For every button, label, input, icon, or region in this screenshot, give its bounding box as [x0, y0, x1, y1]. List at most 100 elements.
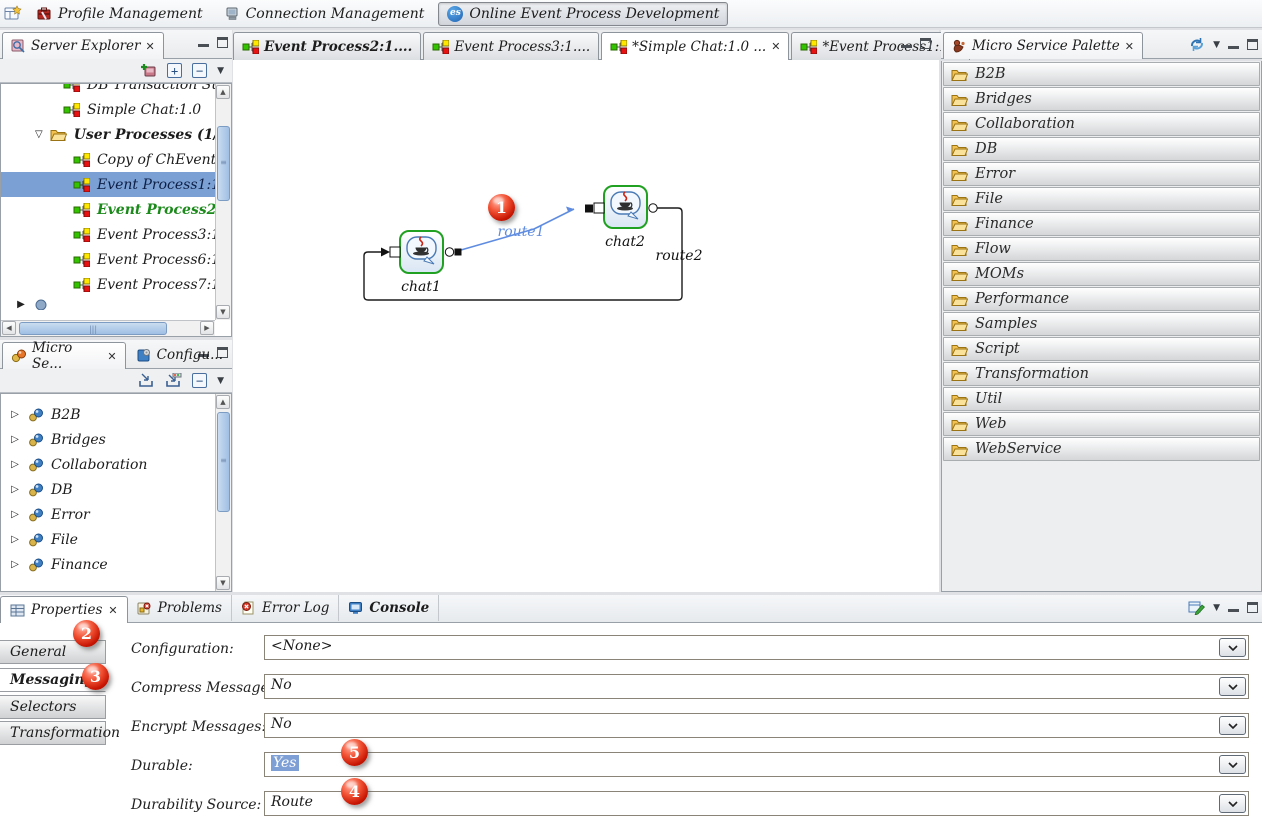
input-port[interactable] [390, 247, 400, 257]
perspective-connection-management[interactable]: Connection Management [217, 2, 433, 26]
scroll-up-icon[interactable]: ▲ [216, 395, 230, 409]
tree-item[interactable]: Event Process7:1.0 [1, 272, 231, 297]
tree-item[interactable]: DB Transaction Supp [1, 83, 231, 97]
maximize-icon[interactable] [1247, 602, 1258, 613]
tab-configuration[interactable]: Configu... [128, 341, 232, 368]
tree-item-category[interactable]: ▷ Collaboration [1, 452, 231, 477]
palette-category-file[interactable]: File [943, 187, 1260, 211]
minimize-icon[interactable] [1228, 603, 1239, 612]
durability-source-combobox[interactable]: Route [264, 791, 1249, 816]
tab-server-explorer[interactable]: Server Explorer ✕ [2, 32, 164, 59]
palette-category-collaboration[interactable]: Collaboration [943, 112, 1260, 136]
refresh-icon[interactable] [1189, 37, 1205, 52]
tab-micro-service-palette[interactable]: Micro Service Palette ✕ [943, 32, 1143, 59]
tree-item[interactable]: Event Process6:1.0 [1, 247, 231, 272]
editor-tab[interactable]: Event Process2:1.... [233, 32, 421, 60]
palette-category-performance[interactable]: Performance [943, 287, 1260, 311]
property-section-selectors[interactable]: Selectors [0, 695, 106, 719]
palette-category-b2b[interactable]: B2B [943, 62, 1260, 86]
scroll-down-icon[interactable]: ▼ [216, 576, 230, 590]
import-icon[interactable] [138, 373, 155, 388]
collapse-all-icon[interactable]: − [192, 63, 207, 78]
tree-item-running[interactable]: Event Process2:1.0 ( [1, 197, 231, 222]
maximize-icon[interactable] [920, 38, 931, 49]
scroll-up-icon[interactable]: ▲ [216, 85, 230, 99]
close-icon[interactable]: ✕ [108, 604, 117, 617]
palette-category-webservice[interactable]: WebService [943, 437, 1260, 461]
chevron-collapsed-icon[interactable]: ▷ [9, 534, 21, 545]
tree-item[interactable]: Copy of ChEvent Proc [1, 147, 231, 172]
chevron-collapsed-icon[interactable]: ▷ [9, 559, 21, 570]
output-port[interactable] [649, 204, 657, 212]
tree-item-selected[interactable]: Event Process1:1.0 [1, 172, 231, 197]
palette-category-flow[interactable]: Flow [943, 237, 1260, 261]
palette-category-util[interactable]: Util [943, 387, 1260, 411]
perspective-profile-management[interactable]: Profile Management [28, 2, 211, 26]
tab-micro-service-repository[interactable]: Micro Se... ✕ [2, 342, 126, 369]
chevron-collapsed-icon[interactable]: ▷ [9, 509, 21, 520]
palette-category-error[interactable]: Error [943, 162, 1260, 186]
minimize-icon[interactable] [901, 39, 912, 48]
vertical-scrollbar[interactable]: ▲ ≡ ▼ [215, 394, 231, 591]
chevron-collapsed-icon[interactable]: ▷ [9, 409, 21, 420]
chevron-expanded-icon[interactable]: ▽ [35, 129, 43, 140]
palette-category-bridges[interactable]: Bridges [943, 87, 1260, 111]
view-menu-icon[interactable]: ▼ [217, 376, 224, 386]
minimize-icon[interactable] [1228, 40, 1239, 49]
tree-item-user-processes[interactable]: ▽ User Processes (1/6) [1, 122, 231, 147]
chevron-collapsed-icon[interactable]: ▷ [9, 434, 21, 445]
horizontal-scrollbar[interactable]: ◀ ||| ▶ [1, 320, 215, 336]
compress-messages-combobox[interactable]: No [264, 674, 1249, 699]
perspective-online-event-process-development[interactable]: es Online Event Process Development [438, 2, 728, 26]
process-canvas[interactable]: chat1 chat2 route1 route2 1 [233, 60, 939, 592]
expand-all-icon[interactable]: + [167, 63, 182, 78]
palette-category-finance[interactable]: Finance [943, 212, 1260, 236]
tab-problems[interactable]: Problems [128, 595, 232, 621]
new-wizard-icon[interactable] [4, 5, 22, 22]
scroll-down-icon[interactable]: ▼ [216, 305, 230, 319]
tree-item-category[interactable]: ▷ Error [1, 502, 231, 527]
tree-item-category[interactable]: ▷ Finance [1, 552, 231, 577]
maximize-icon[interactable] [1247, 39, 1258, 50]
encrypt-messages-combobox[interactable]: No [264, 713, 1249, 738]
tree-item-category[interactable]: ▷ File [1, 527, 231, 552]
input-port[interactable] [594, 203, 604, 213]
scrollbar-thumb[interactable]: ||| [19, 322, 167, 335]
node-chat1[interactable] [381, 231, 462, 273]
scroll-right-icon[interactable]: ▶ [200, 321, 214, 335]
palette-category-samples[interactable]: Samples [943, 312, 1260, 336]
palette-category-moms[interactable]: MOMs [943, 262, 1260, 286]
tree-item-category[interactable]: ▷ Bridges [1, 427, 231, 452]
property-section-transformation[interactable]: Transformation [0, 721, 106, 745]
tree-item[interactable]: Event Process3:1.0 [1, 222, 231, 247]
chevron-collapsed-icon[interactable]: ▷ [9, 459, 21, 470]
close-icon[interactable]: ✕ [771, 40, 780, 53]
scrollbar-thumb[interactable]: ≡ [217, 412, 230, 512]
chevron-down-icon[interactable] [1219, 677, 1246, 696]
output-port[interactable] [445, 248, 453, 256]
view-menu-icon[interactable]: ▼ [217, 66, 224, 76]
editor-tab-active[interactable]: *Simple Chat:1.0 ... ✕ [601, 32, 789, 60]
maximize-icon[interactable] [217, 37, 228, 48]
view-menu-icon[interactable]: ▼ [1213, 40, 1220, 50]
collapse-all-icon[interactable]: − [192, 373, 207, 388]
palette-category-db[interactable]: DB [943, 137, 1260, 161]
close-icon[interactable]: ✕ [1125, 40, 1134, 53]
chevron-down-icon[interactable] [1219, 794, 1246, 813]
input-port-handle[interactable] [585, 205, 593, 213]
import-zip-icon[interactable] [165, 373, 182, 388]
close-icon[interactable]: ✕ [107, 350, 116, 363]
palette-category-transformation[interactable]: Transformation [943, 362, 1260, 386]
edit-properties-icon[interactable] [1188, 600, 1205, 615]
tree-item-category[interactable]: ▷ DB [1, 477, 231, 502]
chevron-down-icon[interactable] [1219, 638, 1246, 657]
scrollbar-thumb[interactable]: ≡ [217, 126, 230, 201]
minimize-icon[interactable] [198, 38, 209, 47]
chevron-down-icon[interactable] [1219, 755, 1246, 774]
scroll-left-icon[interactable]: ◀ [2, 321, 16, 335]
tree-item-category[interactable]: ▷ B2B [1, 402, 231, 427]
durable-combobox[interactable]: Yes [264, 752, 1249, 777]
vertical-scrollbar[interactable]: ▲ ≡ ▼ [215, 84, 231, 320]
editor-tab[interactable]: Event Process3:1.... [423, 32, 599, 60]
tab-console[interactable]: Console [339, 595, 439, 621]
